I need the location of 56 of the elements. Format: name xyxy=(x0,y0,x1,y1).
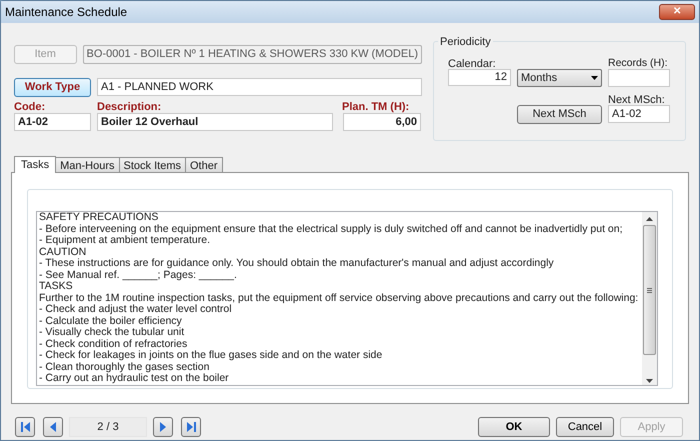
dialog-button[interactable]: Cancel xyxy=(556,417,614,437)
last-record-button[interactable] xyxy=(181,417,201,437)
grip-icon xyxy=(647,288,652,292)
records-label: Records (H): xyxy=(608,56,669,69)
task-text-line: - Visually check the tubular unit xyxy=(39,327,186,338)
last-icon xyxy=(186,422,196,432)
item-field[interactable]: BO-0001 - BOILER Nº 1 HEATING & SHOWERS 330 KW (MODEL) xyxy=(82,45,422,64)
tab[interactable]: Other xyxy=(185,157,223,172)
record-position: 2 / 3 xyxy=(69,417,147,437)
code-field[interactable]: A1-02 xyxy=(14,113,91,131)
task-text-line: - See Manual ref. ______; Pages: ______. xyxy=(39,270,238,281)
records-field[interactable] xyxy=(608,69,670,87)
next-msch-field[interactable]: A1-02 xyxy=(608,105,670,123)
task-text-line: - Equipment at ambient temperature. xyxy=(39,235,210,246)
work-type-button[interactable]: Work Type xyxy=(14,78,91,97)
work-type-field[interactable]: A1 - PLANNED WORK xyxy=(97,78,422,96)
task-text-line: TASKS xyxy=(39,281,74,292)
description-field[interactable]: Boiler 12 Overhaul xyxy=(97,113,333,131)
tab[interactable]: Stock Items xyxy=(118,157,186,172)
previous-record-button[interactable] xyxy=(43,417,63,437)
task-text-line: SAFETY PRECAUTIONS xyxy=(39,212,160,224)
task-text-line: - Check for leakages in joints on the flue gases side and on the water side xyxy=(39,350,384,362)
calendar-field[interactable]: 12 xyxy=(448,69,511,86)
previous-icon xyxy=(50,422,56,432)
scroll-thumb[interactable] xyxy=(643,225,656,355)
plan-tm-label: Plan. TM (H): xyxy=(342,100,410,112)
scroll-up-icon[interactable] xyxy=(646,217,653,221)
task-text-line: - Check condition of refractories xyxy=(39,338,188,350)
tasks-text-area[interactable] xyxy=(36,211,658,386)
periodicity-title: Periodicity xyxy=(438,34,493,50)
task-text-line: - These instructions are for guidance only. You should obtain the manufacturer's manual and adjust accordingly xyxy=(39,258,555,270)
next-msch-label: Next MSch: xyxy=(608,93,666,105)
next-msch-button[interactable]: Next MSch xyxy=(517,105,602,124)
calendar-label: Calendar: xyxy=(448,57,497,69)
scroll-down-icon[interactable] xyxy=(646,379,653,383)
task-text-line: - Calculate the boiler efficiency xyxy=(39,316,182,326)
code-label: Code: xyxy=(14,100,46,112)
task-text-line: Further to the 1M routine inspection tasks, put the equipment off service observing above precautions and carry out the following: xyxy=(39,292,640,304)
task-text-line: CAUTION xyxy=(39,246,88,258)
task-text-line: - Carry out an hydraulic test on the boiler xyxy=(39,373,230,384)
tab[interactable]: Tasks xyxy=(14,156,56,173)
first-icon xyxy=(20,422,30,432)
window-title: Maintenance Schedule xyxy=(5,4,128,21)
plan-tm-field[interactable]: 6,00 xyxy=(343,113,421,131)
unit-dropdown[interactable]: Months xyxy=(517,69,602,87)
first-record-button[interactable] xyxy=(15,417,35,437)
dropdown-arrow-icon xyxy=(591,76,598,80)
task-text-line: - Check and adjust the water level control xyxy=(39,304,233,316)
tab[interactable]: Man-Hours xyxy=(55,157,120,172)
next-record-button[interactable] xyxy=(153,417,173,437)
task-text-line: - Before interveening on the equipment ensure that the electrical supply is duly switched off and cannot be inadvertidly put on; xyxy=(39,224,624,234)
task-text-line: - Clean thoroughly the gases section xyxy=(39,362,210,372)
description-label: Description: xyxy=(97,100,162,112)
scrollbar[interactable] xyxy=(642,212,657,385)
dialog-button[interactable]: OK xyxy=(478,417,550,437)
next-icon xyxy=(160,422,166,432)
